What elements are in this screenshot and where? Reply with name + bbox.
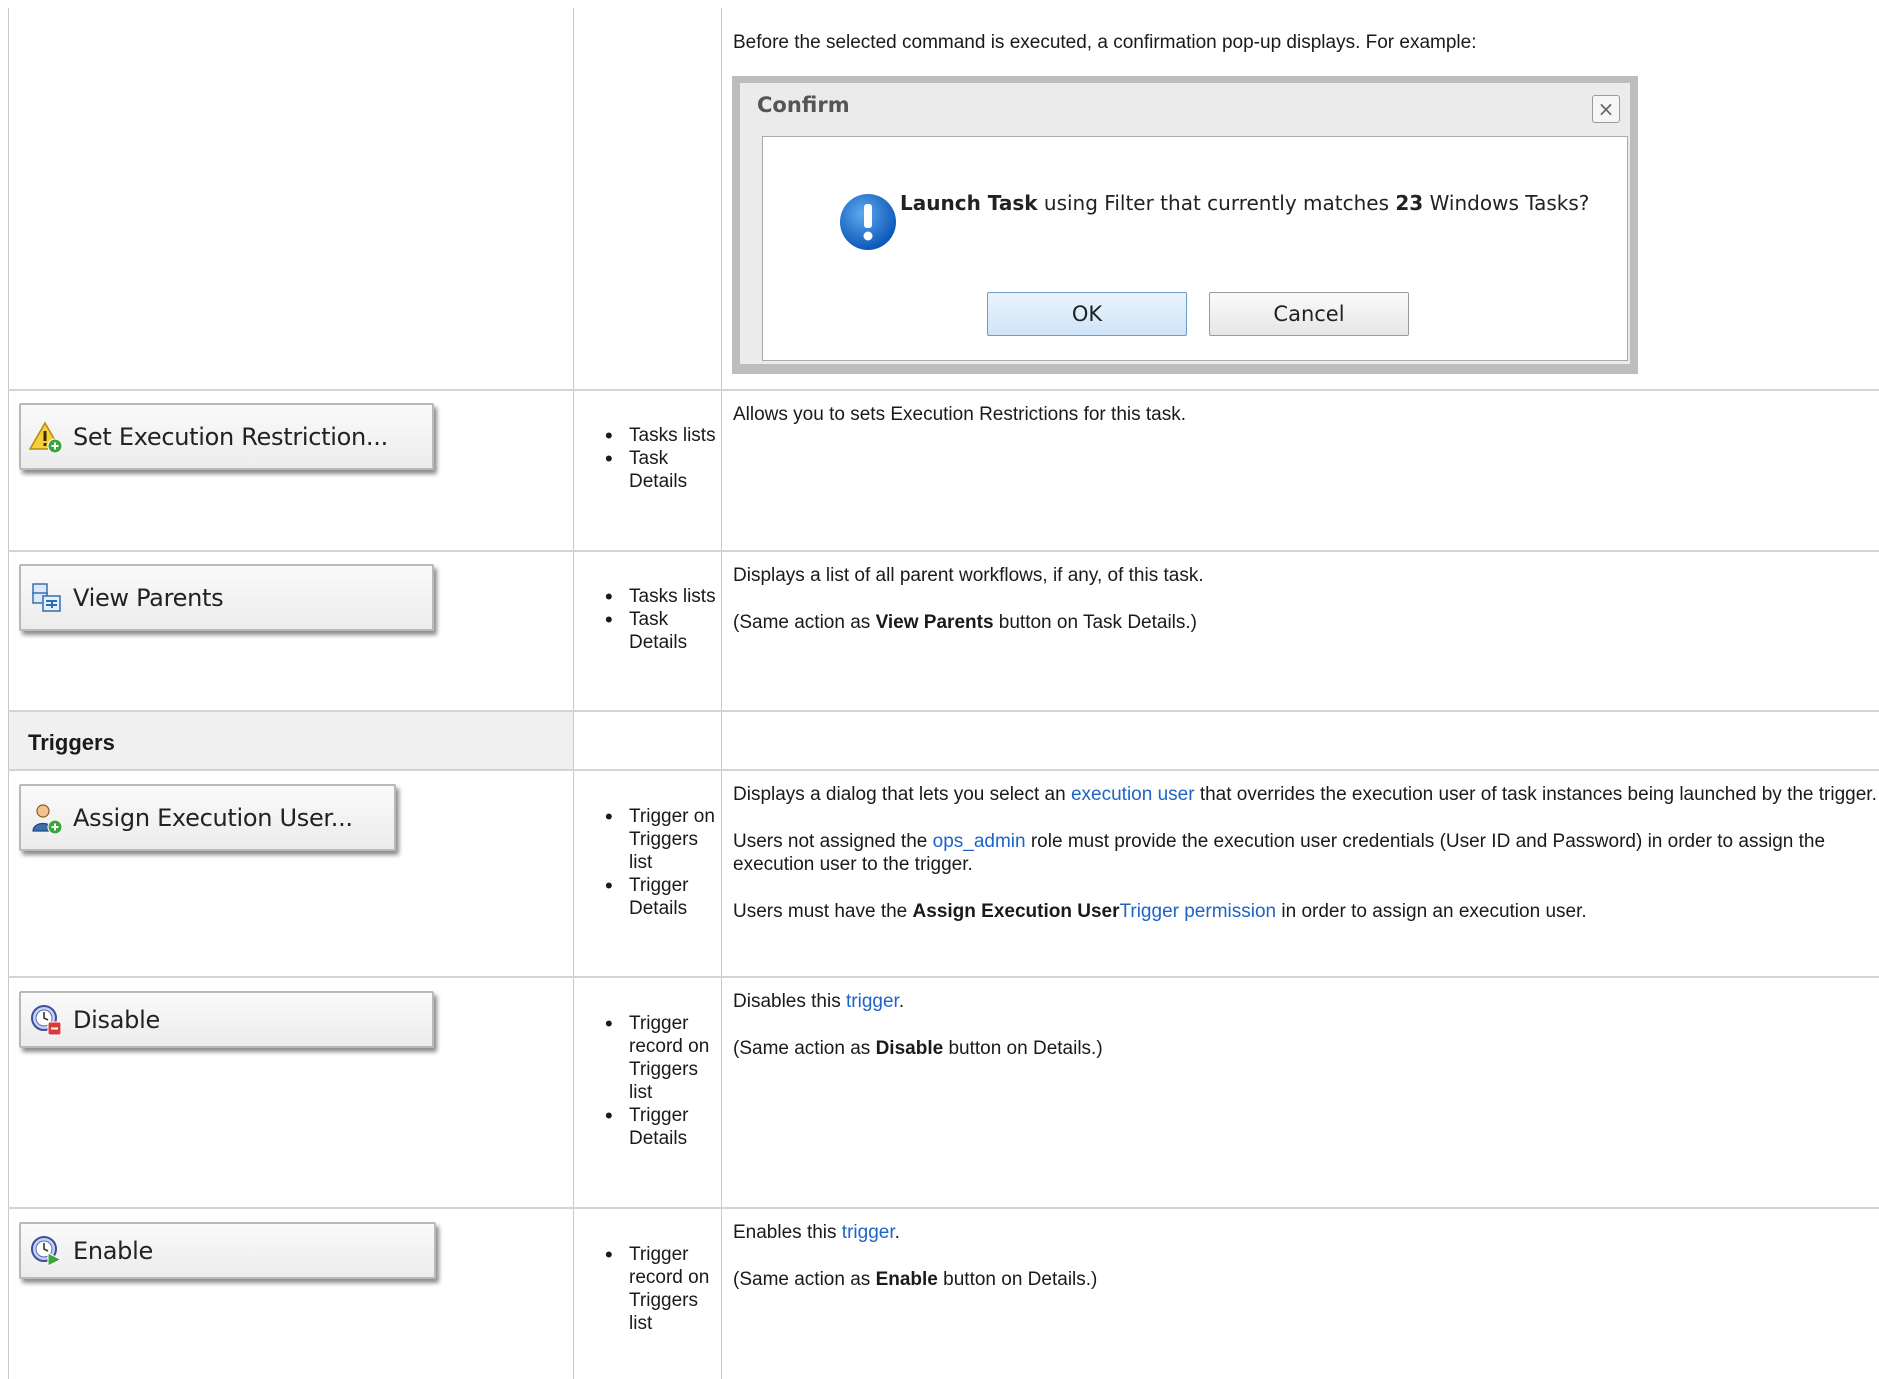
description-text: (Same action as Enable button on Details…: [733, 1268, 1879, 1291]
description-cell: Disables this trigger. (Same action as D…: [733, 990, 1879, 1060]
col-divider-1: [573, 8, 574, 1379]
close-icon: ×: [1592, 95, 1620, 123]
col-divider-2: [721, 8, 722, 1379]
text-part: button on Details.): [943, 1038, 1103, 1059]
text-part: in order to assign an execution user.: [1276, 901, 1587, 922]
description-cell: Enables this trigger. (Same action as En…: [733, 1221, 1879, 1291]
trigger-link[interactable]: trigger: [846, 991, 899, 1012]
info-exclamation-icon: [840, 194, 896, 250]
text-part: Users must have the: [733, 901, 913, 922]
disable-button: Disable: [19, 991, 434, 1048]
confirm-dialog-frame: Confirm × Launch Task using Filter that …: [740, 83, 1630, 364]
list-item: Trigger record on Triggers list: [605, 1243, 719, 1335]
enable-button: Enable: [19, 1222, 436, 1279]
row-divider: [8, 769, 1879, 771]
text-bold: Enable: [875, 1269, 938, 1290]
msg-mid: using Filter that currently matches: [1037, 191, 1396, 215]
list-item: Tasks lists: [605, 424, 719, 447]
text-part: (Same action as: [733, 1038, 876, 1059]
trigger-permission-link[interactable]: Trigger permission: [1119, 901, 1276, 922]
text-part: (Same action as: [733, 1269, 876, 1290]
msg-bold-1: Launch Task: [900, 191, 1038, 215]
trigger-link[interactable]: trigger: [842, 1222, 895, 1243]
clock-enable-icon: [29, 1234, 63, 1268]
location-list: Tasks lists Task Details: [605, 424, 719, 493]
row-divider: [8, 389, 1879, 391]
row-divider: [8, 710, 1879, 712]
ops-admin-link[interactable]: ops_admin: [933, 831, 1026, 852]
button-label: Set Execution Restriction...: [73, 422, 388, 451]
description-text: Displays a dialog that lets you select a…: [733, 783, 1879, 806]
list-item: Trigger Details: [605, 1104, 719, 1150]
description-text: Users must have the Assign Execution Use…: [733, 900, 1879, 923]
text-bold: Assign Execution User: [912, 901, 1120, 922]
text-part: .: [894, 1222, 900, 1243]
execution-user-link[interactable]: execution user: [1071, 784, 1195, 805]
location-list: Trigger on Triggers list Trigger Details: [605, 805, 719, 920]
location-list: Trigger record on Triggers list: [605, 1243, 719, 1335]
section-heading-triggers: Triggers: [28, 730, 115, 755]
msg-end: Windows Tasks?: [1423, 191, 1590, 215]
row-divider: [8, 550, 1879, 552]
clock-disable-icon: [29, 1003, 63, 1037]
assign-execution-user-button: Assign Execution User...: [19, 784, 396, 851]
list-item: Trigger record on Triggers list: [605, 1012, 719, 1104]
description-text: Disables this trigger.: [733, 990, 1879, 1013]
text-part: Disables this: [733, 991, 846, 1012]
text-bold: View Parents: [875, 612, 994, 633]
text-part: Enables this: [733, 1222, 842, 1243]
row-divider: [8, 976, 1879, 978]
list-item: Trigger Details: [605, 874, 719, 920]
row-divider: [8, 1207, 1879, 1209]
col-divider-left: [8, 8, 9, 1379]
intro-cell: Before the selected command is executed,…: [733, 31, 1879, 54]
text-part: .: [898, 991, 905, 1012]
button-label: View Parents: [73, 583, 224, 612]
list-item: Task Details: [605, 447, 719, 493]
intro-text: Before the selected command is executed,…: [733, 32, 1477, 53]
button-label: Enable: [73, 1236, 153, 1265]
ok-button: OK: [987, 292, 1187, 336]
description-text: Enables this trigger.: [733, 1221, 1879, 1244]
text-part: button on Task Details.): [993, 612, 1197, 633]
parents-icon: [29, 581, 63, 615]
dialog-message: Launch Task using Filter that currently …: [900, 191, 1589, 215]
text-part: (Same action as: [733, 612, 876, 633]
list-item: Trigger on Triggers list: [605, 805, 719, 874]
view-parents-button: View Parents: [19, 564, 434, 631]
text-part: button on Details.): [937, 1269, 1098, 1290]
list-item: Task Details: [605, 608, 719, 654]
list-item: Tasks lists: [605, 585, 719, 608]
description-cell: Allows you to sets Execution Restriction…: [733, 403, 1879, 426]
cancel-button: Cancel: [1209, 292, 1409, 336]
text-bold: Disable: [875, 1038, 944, 1059]
description-text: (Same action as Disable button on Detail…: [733, 1037, 1879, 1060]
warning-add-icon: [29, 420, 63, 454]
button-label: Assign Execution User...: [73, 803, 353, 832]
text-part: Displays a dialog that lets you select a…: [733, 784, 1071, 805]
button-label: Disable: [73, 1005, 160, 1034]
set-execution-restriction-button: Set Execution Restriction...: [19, 403, 434, 470]
location-list: Trigger record on Triggers list Trigger …: [605, 1012, 719, 1150]
description-text: (Same action as View Parents button on T…: [733, 611, 1879, 634]
description-cell: Displays a dialog that lets you select a…: [733, 783, 1879, 923]
location-list: Tasks lists Task Details: [605, 585, 719, 654]
dialog-body: Launch Task using Filter that currently …: [762, 136, 1628, 361]
description-text: Users not assigned the ops_admin role mu…: [733, 830, 1879, 876]
description-cell: Displays a list of all parent workflows,…: [733, 564, 1879, 634]
text-part: that overrides the execution user of tas…: [1194, 784, 1877, 805]
msg-bold-2: 23: [1395, 191, 1424, 215]
dialog-title: Confirm: [757, 93, 850, 117]
user-add-icon: [29, 801, 63, 835]
confirm-dialog-screenshot: Confirm × Launch Task using Filter that …: [732, 76, 1638, 374]
commands-table: Before the selected command is executed,…: [0, 0, 1879, 1379]
description-text: Allows you to sets Execution Restriction…: [733, 404, 1187, 425]
text-part: Users not assigned the: [733, 831, 933, 852]
description-text: Displays a list of all parent workflows,…: [733, 565, 1204, 586]
